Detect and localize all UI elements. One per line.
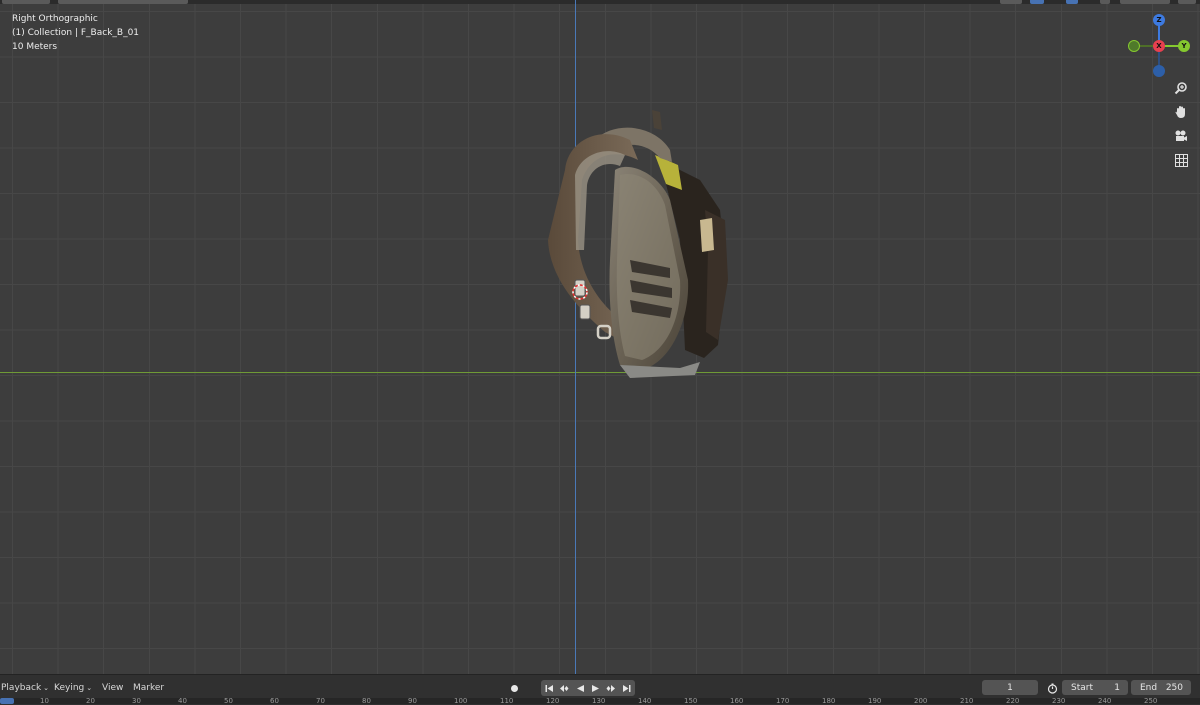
start-frame-field[interactable]: Start 1 — [1062, 680, 1128, 695]
ruler-tick-label: 170 — [776, 698, 790, 704]
ruler-tick-label: 80 — [362, 698, 371, 704]
shading-options-button[interactable] — [1178, 0, 1196, 4]
view-menu[interactable]: View — [102, 683, 123, 693]
ruler-tick-label: 30 — [132, 698, 141, 704]
header-toggle-button[interactable] — [1066, 0, 1078, 4]
scale-info: 10 Meters — [12, 42, 58, 52]
chevron-down-icon: ⌄ — [43, 684, 50, 692]
collection-info: (1) Collection | F_Back_B_01 — [12, 28, 140, 38]
shading-mode-button[interactable] — [1120, 0, 1170, 4]
ruler-tick-label: 220 — [1006, 698, 1020, 704]
play-reverse-icon[interactable] — [573, 681, 587, 695]
grid-icon[interactable] — [1170, 150, 1192, 170]
ruler-tick-label: 110 — [500, 698, 514, 704]
ruler-tick-label: 40 — [178, 698, 187, 704]
header-button[interactable] — [58, 0, 188, 4]
gizmo-y-ball[interactable]: Y — [1178, 40, 1190, 52]
end-frame-field[interactable]: End 250 — [1131, 680, 1191, 695]
ruler-tick-label: 190 — [868, 698, 882, 704]
ruler-tick-label: 180 — [822, 698, 836, 704]
next-keyframe-icon[interactable] — [603, 681, 617, 695]
backpack-mesh[interactable] — [520, 100, 750, 385]
stopwatch-icon[interactable] — [1045, 681, 1059, 695]
ruler-tick-label: 210 — [960, 698, 974, 704]
current-frame-value: 1 — [1007, 682, 1013, 693]
ruler-tick-label: 90 — [408, 698, 417, 704]
record-button[interactable] — [507, 681, 521, 695]
keying-menu[interactable]: Keying ⌄ — [54, 683, 92, 693]
ruler-tick-label: 70 — [316, 698, 325, 704]
ruler-tick-label: 50 — [224, 698, 233, 704]
play-icon[interactable] — [588, 681, 602, 695]
playback-menu[interactable]: Playback ⌄ — [1, 683, 49, 693]
ruler-tick-label: 100 — [454, 698, 468, 704]
ruler-tick-label: 140 — [638, 698, 652, 704]
view-name: Right Orthographic — [12, 14, 98, 24]
ruler-tick-label: 120 — [546, 698, 560, 704]
end-frame-value: 250 — [1165, 682, 1183, 693]
header-button[interactable] — [1000, 0, 1022, 4]
navigation-gizmo[interactable]: Z Y X — [1120, 8, 1200, 78]
ruler-tick-label: 130 — [592, 698, 606, 704]
playback-menu-label: Playback — [1, 683, 42, 693]
ruler-tick-label: 230 — [1052, 698, 1066, 704]
header-toggle-button[interactable] — [1030, 0, 1044, 4]
current-frame-field[interactable]: 1 — [982, 680, 1038, 695]
current-frame-indicator[interactable] — [0, 698, 14, 704]
marker-menu[interactable]: Marker — [133, 683, 164, 693]
camera-icon[interactable] — [1170, 126, 1192, 146]
header-button[interactable] — [2, 0, 50, 4]
jump-start-icon[interactable] — [542, 681, 556, 695]
ruler-tick-label: 250 — [1144, 698, 1158, 704]
prev-keyframe-icon[interactable] — [557, 681, 571, 695]
start-frame-label: Start — [1071, 682, 1093, 693]
ruler-tick-label: 20 — [86, 698, 95, 704]
gizmo-z-neg-ball[interactable] — [1153, 65, 1165, 77]
zoom-icon[interactable] — [1170, 78, 1192, 98]
frame-ruler[interactable]: 10 20 30 40 50 60 70 80 90 100 110 120 130 140 150 160 1… — [0, 698, 1200, 704]
ruler-tick-label: 150 — [684, 698, 698, 704]
start-frame-value: 1 — [1114, 682, 1120, 693]
chevron-down-icon: ⌄ — [86, 684, 93, 692]
hand-icon[interactable] — [1170, 102, 1192, 122]
jump-end-icon[interactable] — [619, 681, 633, 695]
ruler-tick-label: 10 — [40, 698, 49, 704]
ruler-tick-label: 240 — [1098, 698, 1112, 704]
end-frame-label: End — [1140, 682, 1158, 693]
3d-viewport[interactable]: Right Orthographic (1) Collection | F_Ba… — [0, 0, 1200, 674]
gizmo-x-ball[interactable]: X — [1153, 40, 1165, 52]
ruler-tick-label: 60 — [270, 698, 279, 704]
gizmo-y-neg-ball[interactable] — [1128, 40, 1140, 52]
keying-menu-label: Keying — [54, 683, 85, 693]
ruler-tick-label: 160 — [730, 698, 744, 704]
gizmo-z-ball[interactable]: Z — [1153, 14, 1165, 26]
ruler-tick-label: 200 — [914, 698, 928, 704]
header-button[interactable] — [1100, 0, 1110, 4]
